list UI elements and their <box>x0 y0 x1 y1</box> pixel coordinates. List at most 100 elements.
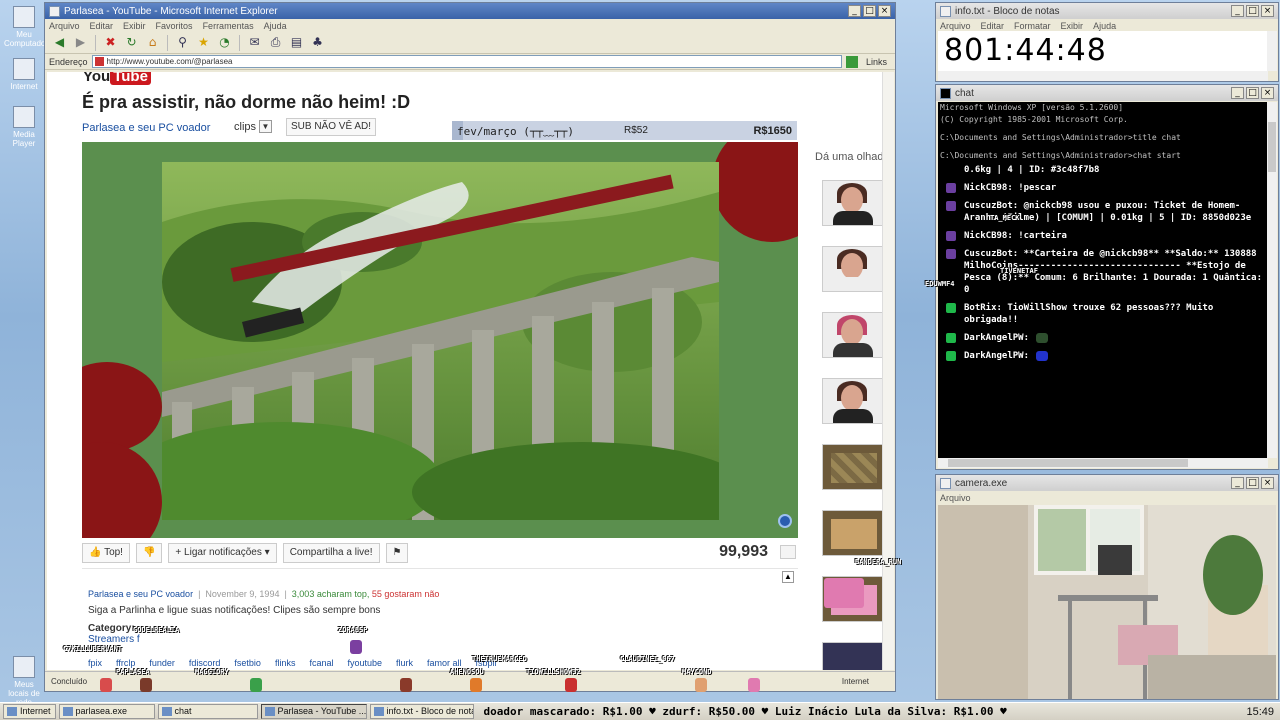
vertical-scrollbar[interactable] <box>1267 102 1277 458</box>
subscribe-button[interactable]: SUB NÃO VÊ AD! <box>286 118 377 136</box>
related-thumbnail[interactable] <box>822 312 883 358</box>
desktop-icon-my-computer[interactable]: Meu Computador <box>4 6 48 48</box>
collapse-icon[interactable]: ▲ <box>782 571 794 583</box>
camera-titlebar[interactable]: camera.exe _ □ × <box>936 475 1278 491</box>
menu-view[interactable]: Exibir <box>123 21 146 31</box>
maximize-button[interactable]: □ <box>1246 477 1259 489</box>
taskbar-item[interactable]: chat <box>157 704 258 719</box>
tag-link[interactable]: funder <box>149 658 175 668</box>
related-thumbnail[interactable] <box>822 642 883 670</box>
desc-channel-link[interactable]: Parlasea e seu PC voador <box>88 589 193 599</box>
menu-tools[interactable]: Ferramentas <box>203 21 254 31</box>
tag-link[interactable]: fyoutube <box>347 658 382 668</box>
related-heading: Dá uma olhada <box>815 151 883 163</box>
video-player[interactable] <box>82 142 798 538</box>
notepad-titlebar[interactable]: info.txt - Bloco de notas _ □ × <box>936 3 1278 19</box>
goal-current: R$52 <box>623 125 648 136</box>
address-input[interactable]: http://www.youtube.com/@parlasea <box>91 55 842 68</box>
desktop-icon-internet[interactable]: Internet <box>4 58 44 91</box>
youtube-logo[interactable]: You Tube <box>83 72 165 85</box>
stats-icon[interactable] <box>780 545 796 559</box>
taskbar-item-active[interactable]: Parlasea - YouTube ... <box>260 704 367 719</box>
history-icon[interactable]: ◔ <box>216 34 233 51</box>
maximize-button[interactable]: □ <box>1246 5 1259 17</box>
vertical-scrollbar[interactable] <box>1267 31 1277 71</box>
taskbar-label: chat <box>174 706 192 716</box>
tag-link[interactable]: ffrclp <box>116 658 135 668</box>
desktop-icon-network[interactable]: Meus locais de rede <box>4 656 44 707</box>
close-button[interactable]: × <box>1261 477 1274 489</box>
dislike-button[interactable]: 👎 <box>135 543 163 563</box>
tag-link[interactable]: fsetbio <box>234 658 261 668</box>
minimize-button[interactable]: _ <box>848 5 861 17</box>
taskbar-item[interactable]: parlasea.exe <box>58 704 155 719</box>
maximize-button[interactable]: □ <box>1246 87 1259 99</box>
mail-icon[interactable]: ✉ <box>246 34 263 51</box>
menu-file[interactable]: Arquivo <box>940 493 971 503</box>
menu-file[interactable]: Arquivo <box>49 21 80 31</box>
player-icon[interactable] <box>778 514 792 528</box>
overlay-viewer-name: TIVENETAF <box>1000 267 1038 275</box>
minimize-button[interactable]: _ <box>1231 5 1244 17</box>
channel-link[interactable]: Parlasea e seu PC voador <box>82 122 210 134</box>
clips-dropdown[interactable]: clips ▼ <box>234 120 273 133</box>
menu-help[interactable]: Ajuda <box>264 21 287 31</box>
forward-icon[interactable]: ▶ <box>72 34 89 51</box>
menu-view[interactable]: Exibir <box>1061 21 1084 31</box>
go-icon[interactable] <box>845 55 858 68</box>
maximize-button[interactable]: □ <box>863 5 876 17</box>
close-button[interactable]: × <box>878 5 891 17</box>
like-button[interactable]: 👍 Top! <box>82 543 130 563</box>
menu-help[interactable]: Ajuda <box>1093 21 1116 31</box>
related-thumbnail[interactable] <box>822 180 883 226</box>
minimize-button[interactable]: _ <box>1231 477 1244 489</box>
related-thumbnail[interactable] <box>822 378 883 424</box>
desktop-icon-media-player[interactable]: Media Player <box>4 106 44 148</box>
menu-edit[interactable]: Editar <box>981 21 1005 31</box>
horizontal-scrollbar[interactable] <box>938 458 1268 468</box>
tag-link[interactable]: fcanal <box>309 658 333 668</box>
stop-icon[interactable]: ✖ <box>102 34 119 51</box>
print-icon[interactable]: ⎙ <box>267 34 284 51</box>
tag-link[interactable]: flinks <box>275 658 296 668</box>
video-title: É pra assistir, não dorme não heim! :D <box>82 92 411 112</box>
taskbar-item[interactable]: info.txt - Bloco de notas <box>369 704 474 719</box>
back-icon[interactable]: ◀ <box>51 34 68 51</box>
favorites-icon[interactable]: ★ <box>195 34 212 51</box>
stream-timer-text[interactable]: 801:44:48 <box>938 31 1268 71</box>
overlay-sprite <box>140 678 152 692</box>
messenger-icon[interactable]: ♣ <box>309 34 326 51</box>
tag-link[interactable]: famor all <box>427 658 462 668</box>
edit-icon[interactable]: ▤ <box>288 34 305 51</box>
share-button[interactable]: Compartilha a live! <box>282 543 380 563</box>
related-thumbnail[interactable] <box>822 246 883 292</box>
tag-link[interactable]: fdiscord <box>189 658 221 668</box>
search-icon[interactable]: ⚲ <box>174 34 191 51</box>
menu-favorites[interactable]: Favoritos <box>156 21 193 31</box>
menu-file[interactable]: Arquivo <box>940 21 971 31</box>
taskbar-item[interactable]: Internet <box>3 704 56 719</box>
page-scrollbar[interactable] <box>882 72 894 670</box>
home-icon[interactable]: ⌂ <box>144 34 161 51</box>
close-button[interactable]: × <box>1261 5 1274 17</box>
category-value[interactable]: Streamers f <box>88 634 140 645</box>
chat-titlebar[interactable]: chat _ □ × <box>936 85 1278 101</box>
system-clock[interactable]: 15:49 <box>1240 706 1280 718</box>
menu-edit[interactable]: Editar <box>90 21 114 31</box>
minimize-button[interactable]: _ <box>1231 87 1244 99</box>
logo-tube: Tube <box>110 72 151 85</box>
overlay-viewer-name: C7KILLUBERVANT <box>63 645 123 653</box>
refresh-icon[interactable]: ↻ <box>123 34 140 51</box>
related-thumbnail[interactable] <box>822 510 883 556</box>
flag-icon[interactable]: ⚑ <box>385 543 409 563</box>
horizontal-scrollbar[interactable] <box>938 71 1268 81</box>
menu-format[interactable]: Formatar <box>1014 21 1051 31</box>
close-button[interactable]: × <box>1261 87 1274 99</box>
notify-button[interactable]: + Ligar notificações ▾ <box>168 543 277 563</box>
tag-link[interactable]: fpix <box>88 658 102 668</box>
related-thumbnail[interactable] <box>822 444 883 490</box>
links-button[interactable]: Links <box>862 57 891 67</box>
tag-link[interactable]: flurk <box>396 658 413 668</box>
ie-titlebar[interactable]: Parlasea - YouTube - Microsoft Internet … <box>45 3 895 19</box>
network-icon <box>13 656 35 678</box>
